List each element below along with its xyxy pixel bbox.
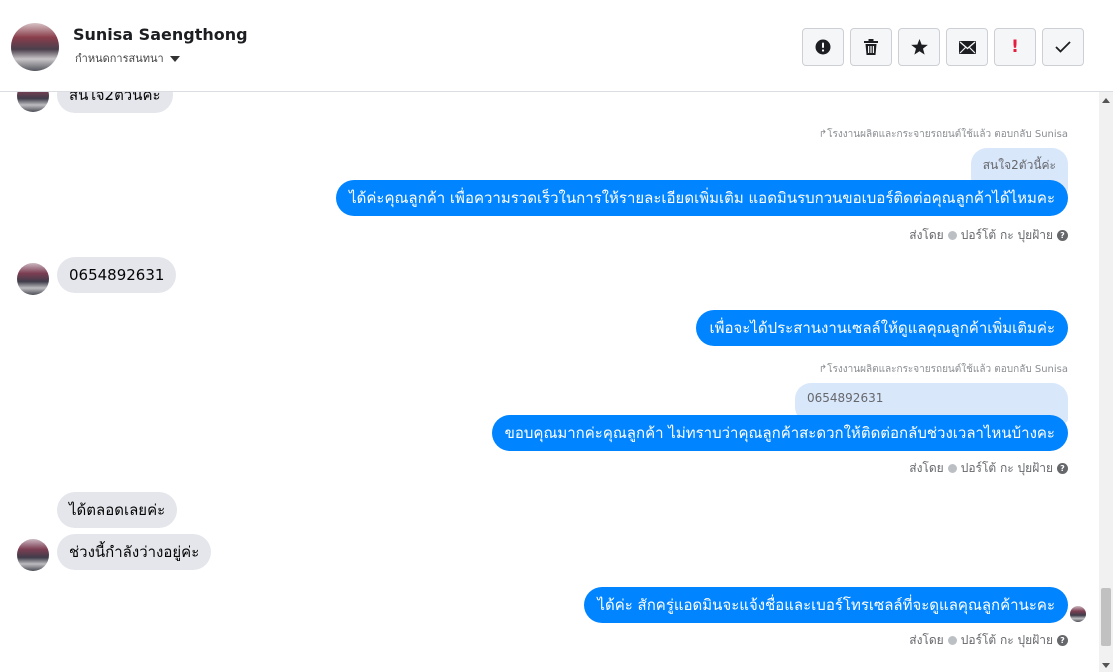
thread-scrollbar[interactable] xyxy=(1099,92,1113,672)
scroll-down-icon[interactable] xyxy=(1102,663,1110,668)
contact-name[interactable]: Sunisa Saengthong xyxy=(73,25,248,44)
incoming-message[interactable]: 0654892631 xyxy=(57,257,177,293)
outgoing-message[interactable]: เพื่อจะได้ประสานงานเซลล์ให้ดูแลคุณลูกค้า… xyxy=(696,310,1068,346)
help-icon[interactable]: ? xyxy=(1057,463,1068,474)
contact-avatar-small xyxy=(17,263,49,295)
trash-icon xyxy=(864,39,878,55)
verified-check-icon xyxy=(947,464,957,473)
reply-arrow-icon: ↱ xyxy=(818,364,828,375)
outgoing-message[interactable]: ได้ค่ะคุณลูกค้า เพื่อความรวดเร็วในการให้… xyxy=(336,180,1068,216)
help-icon[interactable]: ? xyxy=(1057,230,1068,241)
contact-avatar[interactable] xyxy=(11,23,59,71)
sender-name: ปอร์โต้ กะ ปุยฝ้าย xyxy=(960,228,1053,242)
incoming-message[interactable]: ได้ตลอดเลยค่ะ xyxy=(57,492,178,528)
assign-conversation-dropdown[interactable]: กำหนดการสนทนา xyxy=(75,49,180,67)
scroll-up-icon[interactable] xyxy=(1102,98,1110,103)
envelope-icon xyxy=(958,40,976,54)
follow-up-button[interactable]: ! xyxy=(994,28,1036,66)
contact-avatar-small xyxy=(17,92,49,112)
caret-down-icon xyxy=(169,55,180,62)
reply-arrow-icon: ↱ xyxy=(818,129,828,140)
sender-name: ปอร์โต้ กะ ปุยฝ้าย xyxy=(960,633,1053,647)
alert-circle-icon xyxy=(815,39,831,55)
sender-name: ปอร์โต้ กะ ปุยฝ้าย xyxy=(960,461,1053,475)
exclamation-icon: ! xyxy=(1011,37,1019,57)
checkmark-icon xyxy=(1055,41,1071,53)
star-button[interactable] xyxy=(898,28,940,66)
sent-by-info: ส่งโดย ปอร์โต้ กะ ปุยฝ้าย ? xyxy=(909,631,1068,650)
mark-done-button[interactable] xyxy=(1042,28,1084,66)
spam-button[interactable] xyxy=(802,28,844,66)
assign-conversation-label: กำหนดการสนทนา xyxy=(75,52,164,65)
contact-avatar-small xyxy=(17,539,49,571)
sent-by-label: ส่งโดย xyxy=(909,228,944,242)
sent-by-info: ส่งโดย ปอร์โต้ กะ ปุยฝ้าย ? xyxy=(909,459,1068,478)
incoming-message[interactable]: ช่วงนี้กำลังว่างอยู่ค่ะ xyxy=(57,534,212,570)
sent-by-label: ส่งโดย xyxy=(909,461,944,475)
reply-meta: ↱โรงงานผลิตและกระจายรถยนต์ใช้แล้ว ตอบกลั… xyxy=(819,362,1068,377)
verified-check-icon xyxy=(947,636,957,645)
help-icon[interactable]: ? xyxy=(1057,635,1068,646)
mark-unread-button[interactable] xyxy=(946,28,988,66)
verified-check-icon xyxy=(947,231,957,240)
incoming-message[interactable]: สนใจ2ตัวนี้ค่ะ xyxy=(57,92,173,113)
outgoing-message[interactable]: ได้ค่ะ สักครู่แอดมินจะแจ้งชื่อและเบอร์โท… xyxy=(584,587,1068,623)
sent-by-info: ส่งโดย ปอร์โต้ กะ ปุยฝ้าย ? xyxy=(909,226,1068,245)
reply-meta-text: โรงงานผลิตและกระจายรถยนต์ใช้แล้ว ตอบกลับ… xyxy=(827,364,1068,375)
star-icon xyxy=(910,39,928,55)
scrollbar-thumb[interactable] xyxy=(1101,588,1111,646)
conversation-header: Sunisa Saengthong กำหนดการสนทนา ! xyxy=(0,0,1113,92)
delete-button[interactable] xyxy=(850,28,892,66)
message-thread[interactable]: สนใจ2ตัวนี้ค่ะ ↱โรงงานผลิตและกระจายรถยนต… xyxy=(0,92,1099,672)
sent-by-label: ส่งโดย xyxy=(909,633,944,647)
conversation-toolbar: ! xyxy=(802,28,1084,66)
seen-avatar xyxy=(1070,606,1086,622)
outgoing-message[interactable]: ขอบคุณมากค่ะคุณลูกค้า ไม่ทราบว่าคุณลูกค้… xyxy=(491,415,1068,451)
reply-meta: ↱โรงงานผลิตและกระจายรถยนต์ใช้แล้ว ตอบกลั… xyxy=(819,127,1068,142)
reply-meta-text: โรงงานผลิตและกระจายรถยนต์ใช้แล้ว ตอบกลับ… xyxy=(827,129,1068,140)
